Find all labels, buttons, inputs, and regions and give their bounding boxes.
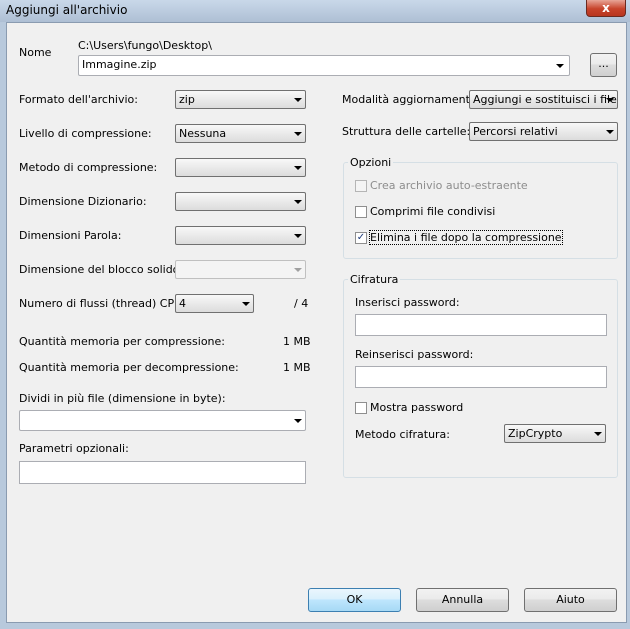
password-input[interactable] — [355, 314, 607, 336]
split-volumes-label: Dividi in più file (dimensione in byte): — [19, 392, 226, 405]
threads-label: Numero di flussi (thread) CPU: — [19, 297, 186, 310]
update-mode-label: Modalità aggiornamento: — [342, 93, 481, 106]
parameters-input[interactable] — [19, 461, 306, 484]
archive-name-value: Immagine.zip — [82, 58, 157, 71]
encryption-method-label: Metodo cifratura: — [355, 428, 451, 441]
sfx-checkbox[interactable] — [355, 180, 367, 192]
encryption-group-title: Cifratura — [348, 273, 401, 286]
split-volumes-combo[interactable] — [19, 410, 306, 431]
cancel-button[interactable]: Annulla — [416, 588, 509, 612]
help-button[interactable]: Aiuto — [524, 588, 617, 612]
compression-level-select[interactable]: Nessuna — [175, 124, 306, 143]
path-mode-label: Struttura delle cartelle: — [342, 125, 471, 138]
shared-files-label: Comprimi file condivisi — [370, 205, 496, 218]
chevron-down-icon — [294, 98, 302, 102]
compression-level-value: Nessuna — [179, 127, 227, 140]
chevron-down-icon — [294, 268, 302, 272]
show-password-label: Mostra password — [370, 401, 464, 414]
chevron-down-icon — [294, 166, 302, 170]
threads-total: / 4 — [294, 297, 309, 310]
close-icon: x — [602, 1, 610, 15]
dictionary-size-select[interactable] — [175, 192, 306, 211]
archive-path: C:\Users\fungo\Desktop\ — [78, 39, 212, 52]
dialog-body: Nome C:\Users\fungo\Desktop\ Immagine.zi… — [6, 22, 627, 623]
compression-level-label: Livello di compressione: — [19, 127, 152, 140]
name-label: Nome — [19, 46, 52, 59]
path-mode-select[interactable]: Percorsi relativi — [469, 122, 618, 141]
solid-block-select[interactable] — [175, 260, 306, 279]
solid-block-label: Dimensione del blocco solido: — [19, 263, 184, 276]
chevron-down-icon — [606, 98, 614, 102]
chevron-down-icon — [294, 419, 302, 423]
path-mode-value: Percorsi relativi — [473, 125, 558, 138]
memory-compression-label: Quantità memoria per compressione: — [19, 335, 225, 348]
compression-method-label: Metodo di compressione: — [19, 161, 158, 174]
parameters-label: Parametri opzionali: — [19, 442, 129, 455]
chevron-down-icon — [556, 64, 564, 68]
chevron-down-icon — [242, 302, 250, 306]
chevron-down-icon — [594, 432, 602, 436]
show-password-checkbox[interactable] — [355, 402, 367, 414]
window-title: Aggiungi all'archivio — [6, 3, 128, 17]
word-size-select[interactable] — [175, 226, 306, 245]
chevron-down-icon — [294, 234, 302, 238]
dictionary-size-label: Dimensione Dizionario: — [19, 195, 147, 208]
archive-name-combo[interactable]: Immagine.zip — [78, 55, 570, 76]
delete-files-checkbox[interactable]: ✓ — [355, 232, 367, 244]
format-value: zip — [179, 93, 195, 106]
encryption-method-value: ZipCrypto — [508, 427, 563, 440]
shared-files-checkbox[interactable] — [355, 206, 367, 218]
checkmark-icon: ✓ — [356, 232, 366, 243]
memory-decompression-label: Quantità memoria per decompressione: — [19, 361, 239, 374]
options-group-title: Opzioni — [348, 156, 394, 169]
format-select[interactable]: zip — [175, 90, 306, 109]
chevron-down-icon — [294, 132, 302, 136]
password-label: Inserisci password: — [355, 296, 460, 309]
compression-method-select[interactable] — [175, 158, 306, 177]
delete-files-label: Elimina i file dopo la compressione — [369, 230, 563, 245]
chevron-down-icon — [294, 200, 302, 204]
memory-decompression-value: 1 MB — [283, 361, 311, 374]
ok-button[interactable]: OK — [308, 588, 401, 612]
update-mode-select[interactable]: Aggiungi e sostituisci i file — [469, 90, 618, 109]
update-mode-value: Aggiungi e sostituisci i file — [473, 93, 617, 106]
repeat-password-input[interactable] — [355, 366, 607, 388]
word-size-label: Dimensioni Parola: — [19, 229, 122, 242]
add-to-archive-window: Aggiungi all'archivio x Nome C:\Users\fu… — [0, 0, 630, 629]
threads-select[interactable]: 4 — [175, 294, 254, 313]
format-label: Formato dell'archivio: — [19, 93, 138, 106]
threads-value: 4 — [179, 297, 186, 310]
chevron-down-icon — [606, 130, 614, 134]
memory-compression-value: 1 MB — [283, 335, 311, 348]
title-bar[interactable]: Aggiungi all'archivio x — [0, 0, 630, 22]
browse-button[interactable]: ... — [590, 53, 617, 77]
encryption-method-select[interactable]: ZipCrypto — [504, 424, 606, 443]
repeat-password-label: Reinserisci password: — [355, 348, 474, 361]
sfx-label: Crea archivio auto-estraente — [370, 179, 528, 192]
close-button[interactable]: x — [586, 0, 626, 17]
